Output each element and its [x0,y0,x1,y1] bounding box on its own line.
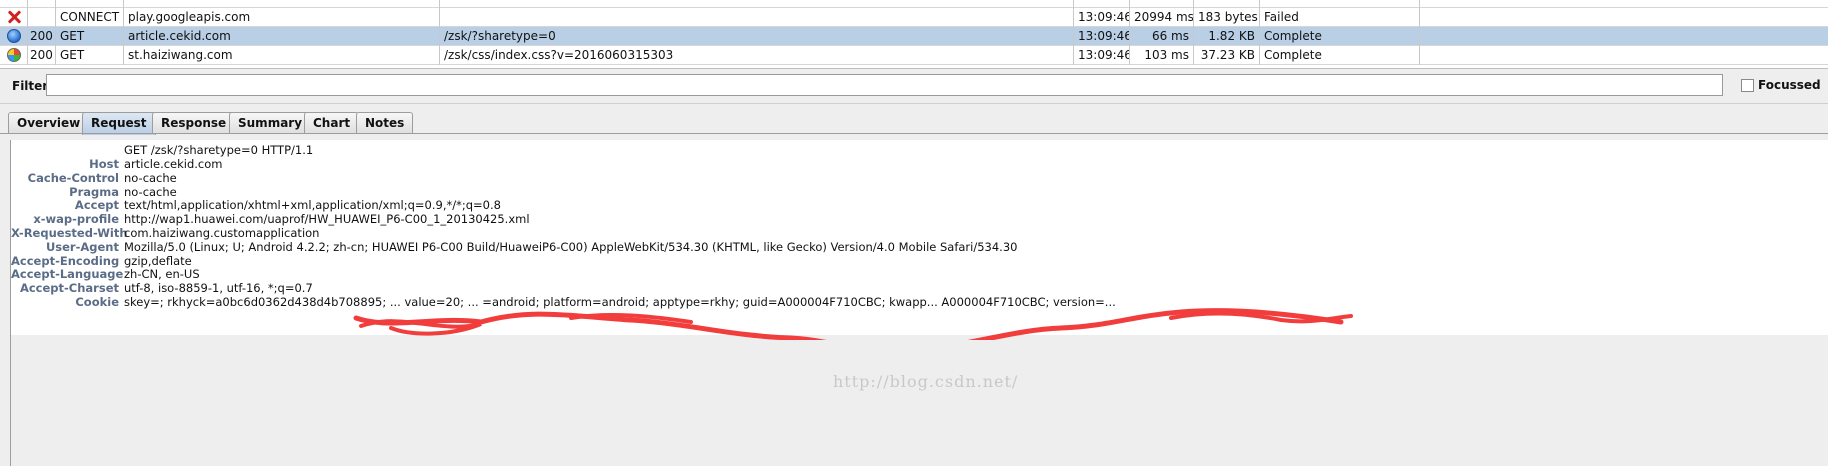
status-icon-cell [0,46,28,65]
time-cell: 13:09:46 [1074,8,1130,27]
host-cell: article.cekid.com [124,27,440,46]
failed-x-icon [7,10,21,24]
table-cell [1130,0,1194,8]
table-cell [1420,0,1828,8]
status-icon-cell [0,8,28,27]
watermark-text: http://blog.csdn.net/ [833,372,1019,391]
status-cell: Complete [1260,27,1420,46]
header-value: skey=; rkhyck=a0bc6d0362d438d4b708895; .… [124,295,1116,309]
table-row[interactable]: 200 GET st.haiziwang.com/zsk/css/index.css… [0,46,1828,65]
table-cell [1194,0,1260,8]
chrome-icon [7,48,21,62]
table-cell [1074,0,1130,8]
table-cell [1260,0,1420,8]
path-cell: /zsk/?sharetype=0 [440,27,1074,46]
tab-request[interactable]: Request [82,112,156,135]
table-row[interactable]: 200 GET article.cekid.com/zsk/?sharetype=0… [0,27,1828,46]
duration-cell: 20994 ms [1130,8,1194,27]
status-code-cell [28,8,56,27]
duration-cell: 103 ms [1130,46,1194,65]
size-cell: 1.82 KB [1194,27,1260,46]
tabs-divider [0,133,1828,134]
status-icon-cell [0,27,28,46]
path-cell [440,8,1074,27]
table-cell-empty [1420,27,1828,46]
blue-globe-icon [7,29,21,43]
tab-chart[interactable]: Chart [304,112,360,134]
focussed-checkbox[interactable] [1741,79,1754,92]
filter-input[interactable] [46,74,1723,96]
table-cell [124,0,440,8]
focussed-label: Focussed [1758,78,1821,92]
method-cell: GET [56,46,124,65]
table-row-partial[interactable] [0,0,1828,8]
filter-bar: Filter: Focussed [0,69,1828,104]
tab-overview[interactable]: Overview [8,112,90,134]
host-cell: st.haiziwang.com [124,46,440,65]
table-cell [28,0,56,8]
size-cell: 37.23 KB [1194,46,1260,65]
status-cell: Complete [1260,46,1420,65]
path-cell: /zsk/css/index.css?v=2016060315303 [440,46,1074,65]
table-cell [56,0,124,8]
table-cell [0,0,28,8]
status-code-cell: 200 [28,27,56,46]
tab-response[interactable]: Response [152,112,236,134]
table-cell [440,0,1074,8]
request-headers-area: GET /zsk/?sharetype=0 HTTP/1.1 Host artic… [11,140,1828,335]
time-cell: 13:09:46 [1074,46,1130,65]
method-cell: CONNECT [56,8,124,27]
size-cell: 183 bytes [1194,8,1260,27]
header-value: Mozilla/5.0 (Linux; U; Android 4.2.2; zh… [124,239,1018,254]
table-cell-empty [1420,8,1828,27]
method-cell: GET [56,27,124,46]
sessions-table: CONNECT play.googleapis.com 13:09:46 20994 … [0,0,1828,69]
table-row[interactable]: CONNECT play.googleapis.com 13:09:46 20994 … [0,8,1828,27]
status-cell: Failed [1260,8,1420,27]
duration-cell: 66 ms [1130,27,1194,46]
tab-notes[interactable]: Notes [356,112,414,134]
request-detail-panel: GET /zsk/?sharetype=0 HTTP/1.1 Host artic… [10,140,1828,466]
host-cell: play.googleapis.com [124,8,440,27]
header-name: Cookie [75,295,119,309]
time-cell: 13:09:46 [1074,27,1130,46]
tab-summary[interactable]: Summary [229,112,312,134]
status-code-cell: 200 [28,46,56,65]
table-cell-empty [1420,46,1828,65]
detail-tabs: Overview Request Response Summary Chart … [0,112,1828,135]
